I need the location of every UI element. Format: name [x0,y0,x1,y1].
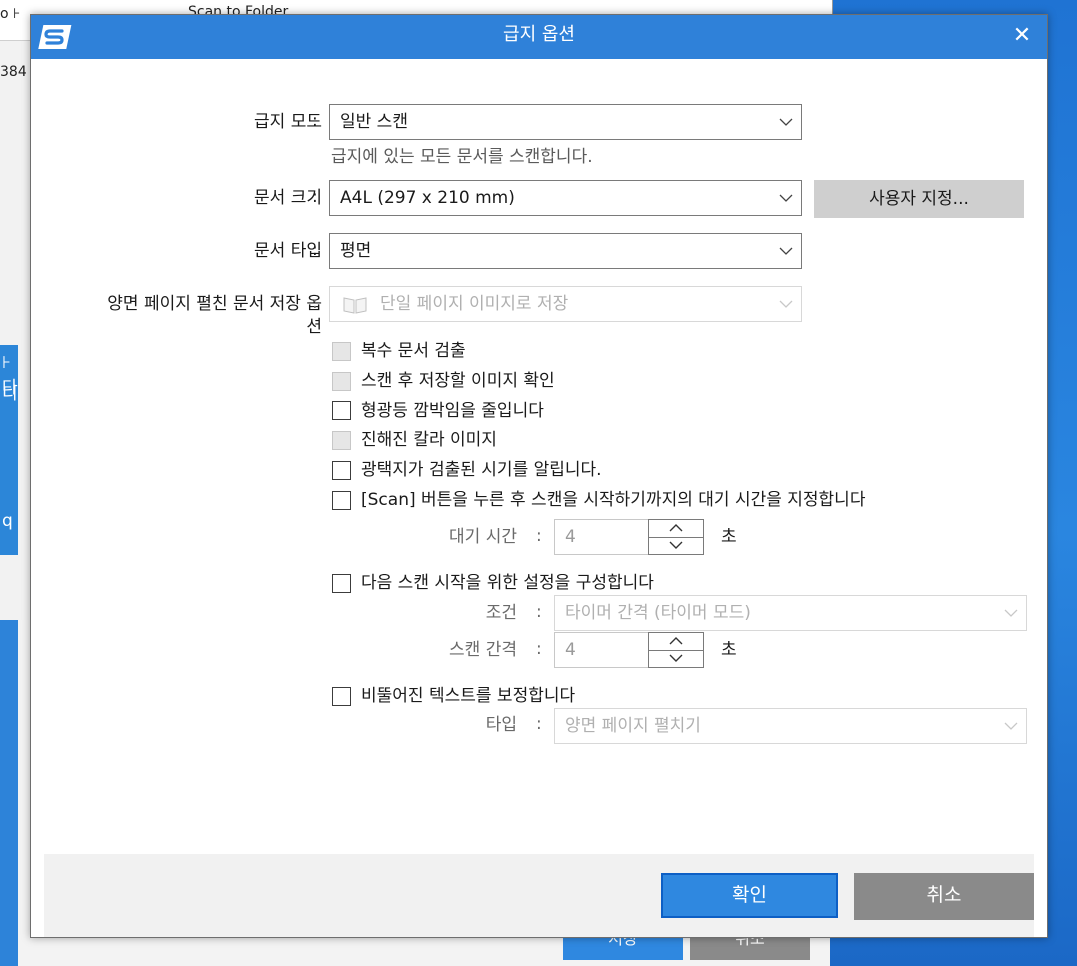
wait-time-unit: 초 [721,527,737,547]
wait-time-input[interactable]: 4 [554,519,649,555]
next-scan-label: 다음 스캔 시작을 위한 설정을 구성합니다 [361,573,654,593]
colon: : [536,714,542,734]
colon: : [312,293,318,313]
chevron-down-icon [669,654,683,662]
wait-time-spinner[interactable] [648,519,704,555]
confirm-image-checkbox[interactable] [332,372,351,391]
duplex-save-value: 단일 페이지 이미지로 저장 [380,294,569,314]
glossy-paper-label: 광택지가 검출된 시기를 알립니다. [361,460,602,480]
open-book-icon [343,297,367,314]
chevron-up-icon [669,524,683,532]
scan-interval-value: 4 [565,640,576,660]
dark-color-checkbox[interactable] [332,431,351,450]
chevron-down-icon [1004,609,1018,617]
doc-size-select[interactable]: A4L (297 x 210 mm) [329,180,802,216]
background-fragment: o ⊦ [0,6,21,22]
dark-color-label: 진해진 칼라 이미지 [361,430,497,450]
colon: : [536,639,542,659]
chevron-down-icon [1004,722,1018,730]
scan-interval-input[interactable]: 4 [554,632,649,668]
condition-label: 조건 [485,603,517,623]
chevron-down-icon [779,300,793,308]
duplex-save-select[interactable]: 단일 페이지 이미지로 저장 [329,286,802,322]
scan-interval-spinner[interactable] [648,632,704,668]
scan-interval-decrement[interactable] [649,650,703,667]
glossy-paper-checkbox[interactable] [332,461,351,480]
scan-wait-label: [Scan] 버튼을 누른 후 스캔을 시작하기까지의 대기 시간을 지정합니다 [361,490,866,510]
feed-mode-value: 일반 스캔 [340,112,408,132]
feed-mode-description: 급지에 있는 모든 문서를 스캔합니다. [331,147,593,167]
confirm-image-label: 스캔 후 저장할 이미지 확인 [361,371,555,391]
ok-button[interactable]: 확인 [661,873,838,918]
background-fragment: 384 [0,64,27,80]
wait-time-value: 4 [565,527,576,547]
multi-feed-checkbox[interactable] [332,342,351,361]
next-scan-checkbox[interactable] [332,574,351,593]
chevron-down-icon [669,541,683,549]
skew-correction-checkbox[interactable] [332,687,351,706]
colon: : [312,240,318,260]
reduce-flicker-checkbox[interactable] [332,401,351,420]
skew-correction-label: 비뚤어진 텍스트를 보정합니다 [361,686,576,706]
dialog-title-bar: 급지 옵션 ✕ [31,15,1047,59]
duplex-save-label: 양면 페이지 펼친 문서 저장 옵 [107,294,322,314]
chevron-down-icon [779,118,793,126]
feed-options-dialog: 급지 옵션 ✕ 급지 모드 : 일반 스캔 급지에 있는 모든 문서를 스캔합니… [30,14,1048,938]
condition-select[interactable]: 타이머 간격 (타이머 모드) [554,595,1027,631]
colon: : [536,526,542,546]
reduce-flicker-label: 형광등 깜박임을 줄입니다 [361,401,544,421]
dialog-title: 급지 옵션 [503,24,575,45]
doc-type-select[interactable]: 평면 [329,233,802,269]
chevron-down-icon [779,247,793,255]
chevron-up-icon [669,637,683,645]
wait-time-decrement[interactable] [649,537,703,554]
colon: : [536,602,542,622]
colon: : [312,111,318,131]
colon: : [312,187,318,207]
background-sidebar-fragment: ⊦ 다 디 q [0,345,18,555]
multi-feed-label: 복수 문서 검출 [361,341,466,361]
chevron-down-icon [779,194,793,202]
doc-size-value: A4L (297 x 210 mm) [340,188,515,208]
condition-value: 타이머 간격 (타이머 모드) [565,603,751,623]
scan-interval-label: 스캔 간격 [449,640,517,660]
close-icon[interactable]: ✕ [1009,23,1035,49]
wait-time-increment[interactable] [649,520,703,538]
scan-wait-checkbox[interactable] [332,491,351,510]
wait-time-label: 대기 시간 [449,527,517,547]
scan-interval-increment[interactable] [649,633,703,651]
type-value: 양면 페이지 펼치기 [565,716,701,736]
scan-interval-unit: 초 [721,640,737,660]
duplex-save-label-cont: 션 [306,317,322,337]
cancel-button[interactable]: 취소 [854,873,1034,920]
type-select[interactable]: 양면 페이지 펼치기 [554,708,1027,744]
doc-type-value: 평면 [340,241,372,261]
feed-mode-select[interactable]: 일반 스캔 [329,104,802,140]
custom-size-button[interactable]: 사용자 지정... [814,180,1024,218]
type-label: 타입 [485,715,517,735]
